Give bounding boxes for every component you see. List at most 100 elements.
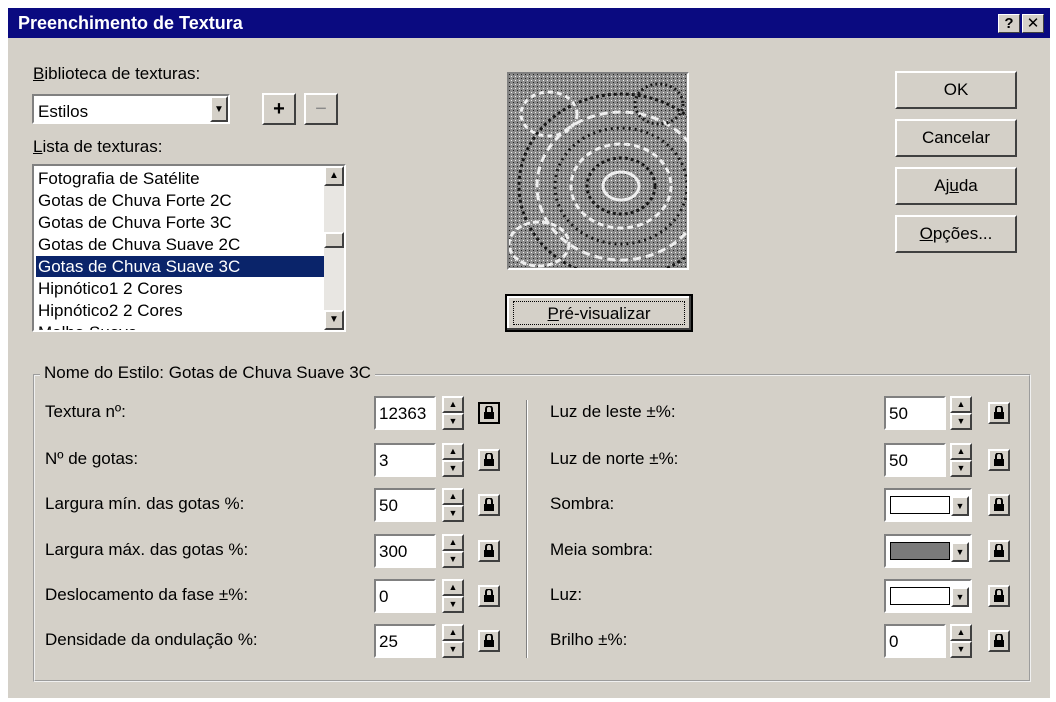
min-width-field[interactable]: 50 bbox=[374, 488, 436, 522]
chevron-down-icon[interactable]: ▼ bbox=[951, 496, 969, 516]
lock-icon[interactable] bbox=[988, 449, 1010, 471]
spin-down-icon[interactable]: ▼ bbox=[442, 596, 464, 613]
chevron-down-icon[interactable]: ▼ bbox=[951, 542, 969, 562]
spin-up-icon[interactable]: ▲ bbox=[950, 624, 972, 641]
north-light-spinner[interactable]: ▲ ▼ bbox=[950, 443, 972, 477]
library-select[interactable]: Estilos ▼ bbox=[32, 94, 230, 124]
remove-library-button[interactable]: − bbox=[304, 93, 338, 125]
scroll-down-icon[interactable]: ▼ bbox=[324, 310, 344, 330]
library-label: Biblioteca de texturas: bbox=[33, 64, 201, 83]
light-color-picker[interactable]: ▼ bbox=[884, 579, 972, 613]
list-item[interactable]: Gotas de Chuva Forte 2C bbox=[38, 190, 232, 211]
spin-down-icon[interactable]: ▼ bbox=[442, 551, 464, 568]
spin-down-icon[interactable]: ▼ bbox=[950, 460, 972, 477]
texture-list[interactable]: Fotografia de Satélite Gotas de Chuva Fo… bbox=[32, 164, 346, 332]
max-width-field[interactable]: 300 bbox=[374, 534, 436, 568]
param-label-texture-number: Textura nº: bbox=[45, 402, 126, 421]
phase-field[interactable]: 0 bbox=[374, 579, 436, 613]
help-title-button[interactable]: ? bbox=[998, 14, 1020, 33]
ripple-density-field[interactable]: 25 bbox=[374, 624, 436, 658]
add-library-button[interactable]: + bbox=[262, 93, 296, 125]
list-item[interactable]: Gotas de Chuva Forte 3C bbox=[38, 212, 232, 233]
scroll-up-icon[interactable]: ▲ bbox=[324, 166, 344, 186]
spin-up-icon[interactable]: ▲ bbox=[442, 396, 464, 413]
lock-icon[interactable] bbox=[478, 585, 500, 607]
close-button[interactable]: ✕ bbox=[1022, 14, 1044, 33]
lock-icon[interactable] bbox=[988, 494, 1010, 516]
min-width-spinner[interactable]: ▲ ▼ bbox=[442, 488, 464, 522]
list-item[interactable]: Malha Suave bbox=[38, 322, 137, 330]
spin-down-icon[interactable]: ▼ bbox=[442, 460, 464, 477]
east-light-spinner[interactable]: ▲ ▼ bbox=[950, 396, 972, 430]
east-light-field[interactable]: 50 bbox=[884, 396, 946, 430]
texture-number-spinner[interactable]: ▲ ▼ bbox=[442, 396, 464, 430]
list-item-selected[interactable]: Gotas de Chuva Suave 3C bbox=[36, 256, 324, 277]
spin-up-icon[interactable]: ▲ bbox=[950, 396, 972, 413]
chevron-down-icon[interactable]: ▼ bbox=[210, 96, 228, 122]
list-item[interactable]: Hipnótico2 2 Cores bbox=[38, 300, 183, 321]
help-button[interactable]: Ajuda bbox=[895, 167, 1017, 205]
ripple-density-spinner[interactable]: ▲ ▼ bbox=[442, 624, 464, 658]
param-label-phase: Deslocamento da fase ±%: bbox=[45, 585, 249, 604]
brightness-field[interactable]: 0 bbox=[884, 624, 946, 658]
phase-spinner[interactable]: ▲ ▼ bbox=[442, 579, 464, 613]
lock-icon[interactable] bbox=[988, 585, 1010, 607]
max-width-spinner[interactable]: ▲ ▼ bbox=[442, 534, 464, 568]
shadow-swatch bbox=[890, 496, 950, 514]
group-divider bbox=[526, 400, 528, 658]
param-label-light: Luz: bbox=[550, 585, 583, 604]
texture-number-field[interactable]: 12363 bbox=[374, 396, 436, 430]
lock-icon[interactable] bbox=[988, 402, 1010, 424]
param-label-shadow: Sombra: bbox=[550, 494, 615, 513]
spin-down-icon[interactable]: ▼ bbox=[442, 641, 464, 658]
list-item[interactable]: Fotografia de Satélite bbox=[38, 168, 200, 189]
scroll-thumb[interactable] bbox=[324, 232, 344, 248]
spin-up-icon[interactable]: ▲ bbox=[442, 624, 464, 641]
ok-button[interactable]: OK bbox=[895, 71, 1017, 109]
brightness-spinner[interactable]: ▲ ▼ bbox=[950, 624, 972, 658]
title-bar: Preenchimento de Textura ? ✕ bbox=[8, 8, 1050, 38]
param-label-north-light: Luz de norte ±%: bbox=[550, 449, 679, 468]
spin-up-icon[interactable]: ▲ bbox=[950, 443, 972, 460]
param-label-half-shadow: Meia sombra: bbox=[550, 540, 653, 559]
north-light-field[interactable]: 50 bbox=[884, 443, 946, 477]
lock-icon[interactable] bbox=[988, 630, 1010, 652]
spin-up-icon[interactable]: ▲ bbox=[442, 579, 464, 596]
lock-icon[interactable] bbox=[478, 449, 500, 471]
preview-button[interactable]: Pré-visualizar bbox=[505, 294, 693, 332]
chevron-down-icon[interactable]: ▼ bbox=[951, 587, 969, 607]
list-label: Lista de texturas: bbox=[33, 137, 163, 156]
lock-icon[interactable] bbox=[478, 402, 500, 424]
list-scrollbar[interactable]: ▲ ▼ bbox=[324, 166, 344, 330]
spin-up-icon[interactable]: ▲ bbox=[442, 534, 464, 551]
style-group-title: Nome do Estilo: Gotas de Chuva Suave 3C bbox=[40, 363, 375, 383]
light-swatch bbox=[890, 587, 950, 605]
lock-icon[interactable] bbox=[478, 540, 500, 562]
list-item[interactable]: Hipnótico1 2 Cores bbox=[38, 278, 183, 299]
spin-down-icon[interactable]: ▼ bbox=[442, 505, 464, 522]
spin-down-icon[interactable]: ▼ bbox=[950, 641, 972, 658]
param-label-brightness: Brilho ±%: bbox=[550, 630, 628, 649]
lock-icon[interactable] bbox=[988, 540, 1010, 562]
lock-icon[interactable] bbox=[478, 630, 500, 652]
texture-preview bbox=[507, 72, 725, 280]
spin-down-icon[interactable]: ▼ bbox=[950, 413, 972, 430]
preview-texture-image bbox=[507, 74, 725, 280]
half-shadow-swatch bbox=[890, 542, 950, 560]
param-label-east-light: Luz de leste ±%: bbox=[550, 402, 676, 421]
cancel-button[interactable]: Cancelar bbox=[895, 119, 1017, 157]
half-shadow-color-picker[interactable]: ▼ bbox=[884, 534, 972, 568]
preview-button-label: Pré-visualizar bbox=[513, 301, 685, 325]
shadow-color-picker[interactable]: ▼ bbox=[884, 488, 972, 522]
library-select-value: Estilos bbox=[38, 102, 89, 121]
spin-up-icon[interactable]: ▲ bbox=[442, 488, 464, 505]
drops-field[interactable]: 3 bbox=[374, 443, 436, 477]
param-label-max-width: Largura máx. das gotas %: bbox=[45, 540, 249, 559]
list-item[interactable]: Gotas de Chuva Suave 2C bbox=[38, 234, 240, 255]
lock-icon[interactable] bbox=[478, 494, 500, 516]
spin-down-icon[interactable]: ▼ bbox=[442, 413, 464, 430]
options-button[interactable]: Opções... bbox=[895, 215, 1017, 253]
spin-up-icon[interactable]: ▲ bbox=[442, 443, 464, 460]
drops-spinner[interactable]: ▲ ▼ bbox=[442, 443, 464, 477]
param-label-min-width: Largura mín. das gotas %: bbox=[45, 494, 245, 513]
